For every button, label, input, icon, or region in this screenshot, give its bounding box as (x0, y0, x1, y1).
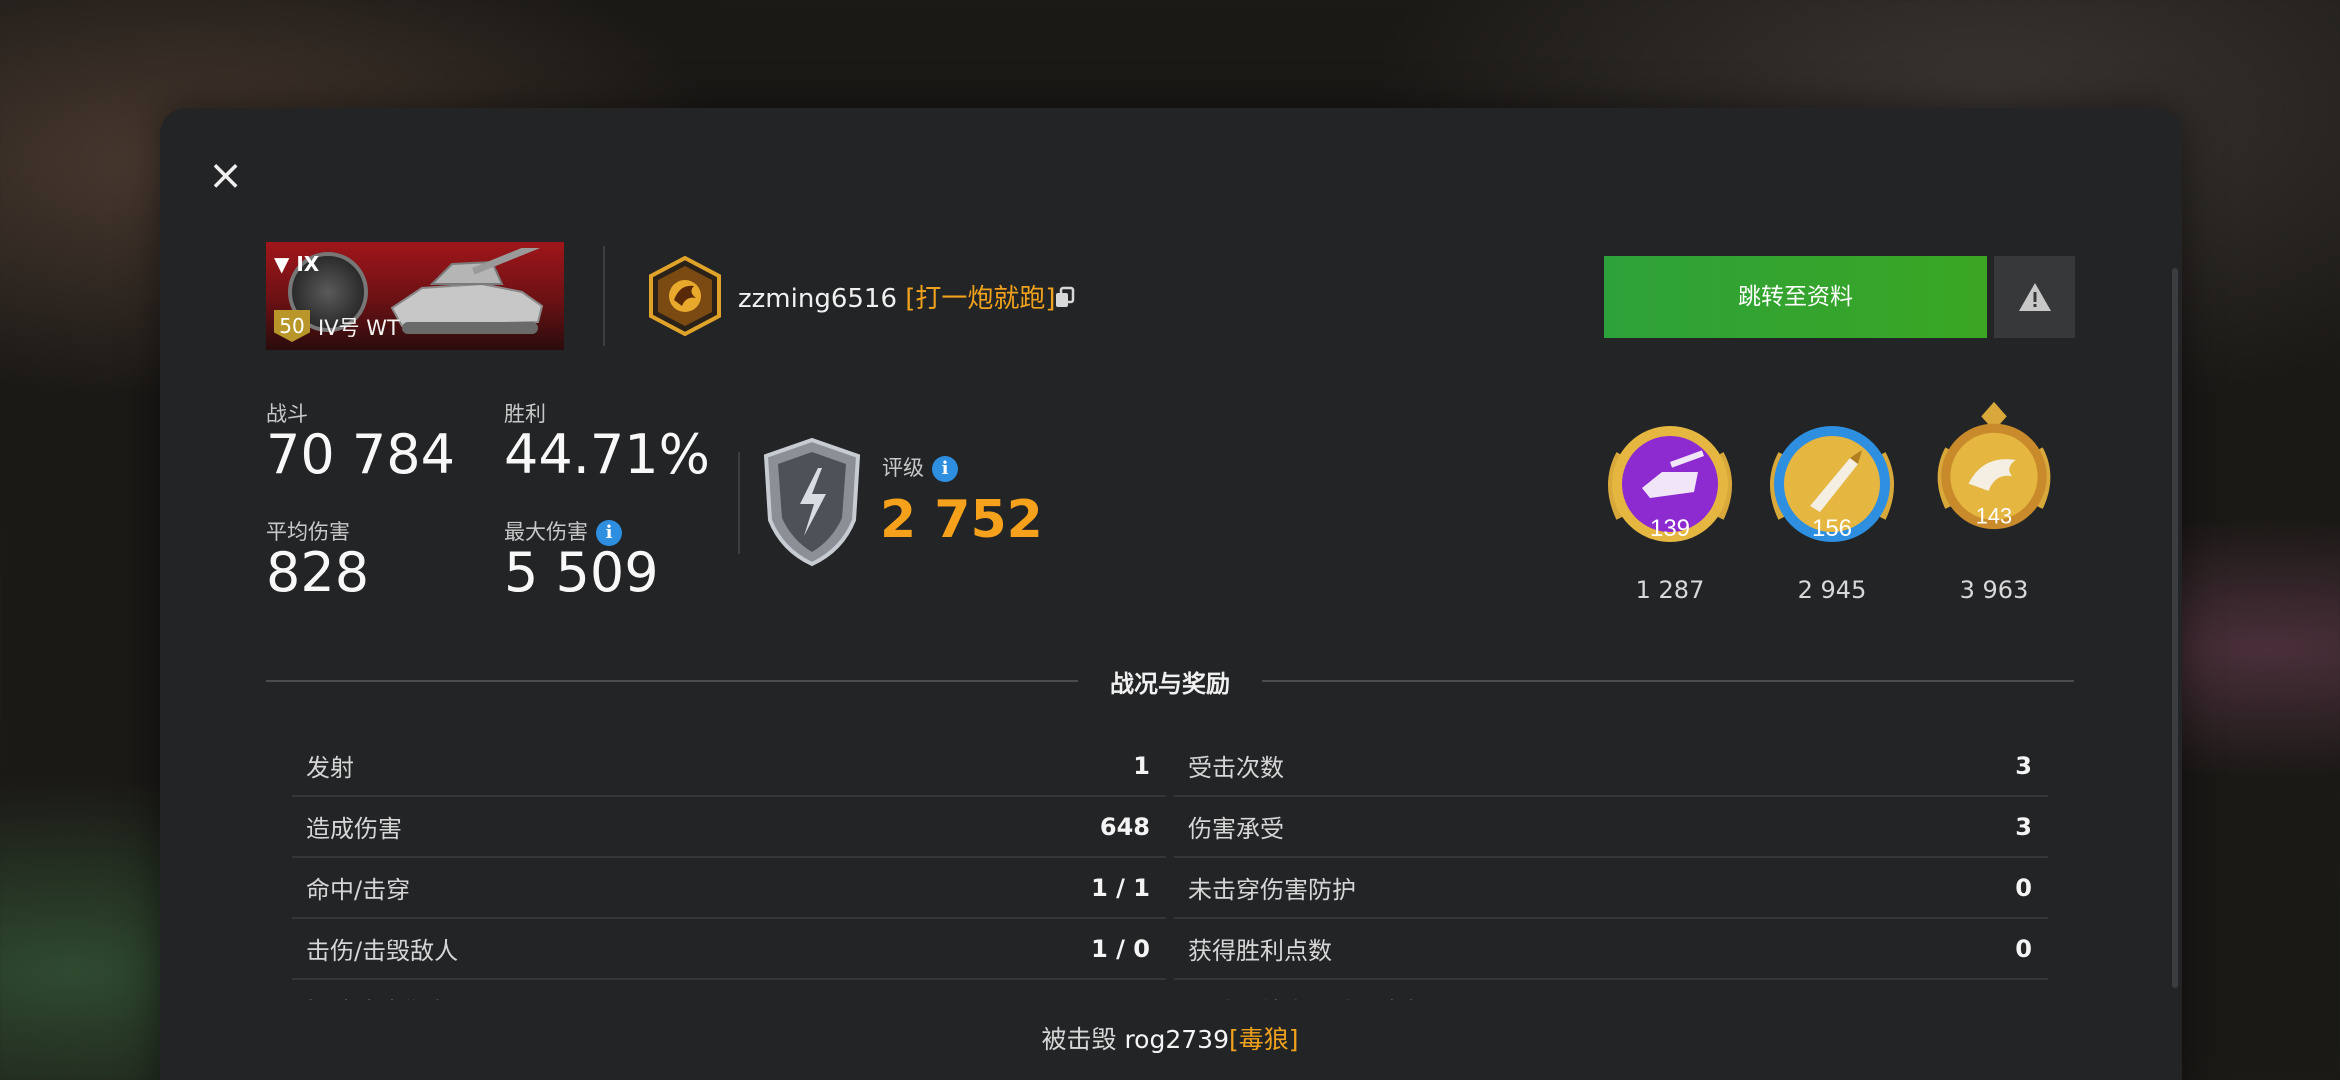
tank-medal-icon: 139 (1608, 426, 1732, 542)
vehicle-name: IV号 WT (318, 316, 400, 340)
row-value: 3 (2015, 812, 2032, 841)
rating-shield-icon (763, 437, 861, 567)
shell-medal-icon: 156 (1770, 426, 1894, 542)
medal-count: 3 963 (1959, 576, 2029, 604)
section-divider-left (266, 680, 1078, 682)
warning-icon (2019, 283, 2051, 311)
stats-column-right: 受击次数 3 伤害承受 3 未击穿伤害防护 0 获得胜利点数 0 从敌军处夺取胜利点数 0 (1174, 736, 2048, 1000)
row-key: 发射 (306, 754, 354, 782)
table-row: 发射 1 (292, 736, 1166, 797)
row-value: 0 (2015, 996, 2032, 1001)
table-row: 从敌军处夺取胜利点数 0 (1174, 980, 2048, 1001)
row-key: 获得胜利点数 (1188, 937, 1332, 965)
battle-stats-table[interactable]: 发射 1 造成伤害 648 命中/击穿 1 / 1 击伤/击毁敌人 1 / 0 协助造成… (292, 736, 2048, 1000)
row-value: 3 (2015, 751, 2032, 780)
medal-level: 139 (1650, 515, 1690, 542)
vehicle-tier: ▼ IX (274, 252, 320, 276)
row-key: 命中/击穿 (306, 876, 411, 904)
battles-value: 70 784 (266, 423, 455, 486)
rating-value: 2 752 (880, 490, 1043, 550)
player-clan-tag: [打一炮就跑] (905, 284, 1056, 314)
medal-level: 156 (1812, 515, 1852, 542)
row-key: 从敌军处夺取胜利点数 (1188, 992, 1428, 1000)
table-row: 造成伤害 648 (292, 797, 1166, 858)
row-key: 未击穿伤害防护 (1188, 876, 1356, 904)
rating-divider (738, 452, 740, 554)
rating-label: 评级 (882, 456, 924, 480)
avg-damage-value: 828 (266, 541, 370, 604)
vehicle-card: ▼ IX 50 IV号 WT (266, 242, 564, 350)
row-key: 协助造成伤害 (306, 992, 450, 1000)
info-icon[interactable]: i (932, 456, 958, 482)
rating-label-wrap: 评级 i (882, 452, 958, 482)
wins-value: 44.71% (504, 423, 710, 486)
stats-column-left: 发射 1 造成伤害 648 命中/击穿 1 / 1 击伤/击毁敌人 1 / 0 协助造成… (292, 736, 1166, 1000)
destroyed-by: 被击毁 rog2739[毒狼] (0, 1020, 2340, 1056)
max-damage-value: 5 509 (504, 541, 659, 604)
clan-badge-icon (649, 256, 721, 336)
row-value: 1 / 0 (1091, 934, 1150, 963)
close-icon[interactable]: × (208, 154, 243, 196)
go-to-profile-button[interactable]: 跳转至资料 (1604, 256, 1987, 338)
panel-scrollbar[interactable] (2172, 268, 2178, 988)
report-button[interactable] (1994, 256, 2075, 338)
row-value: 1 / 1 (1091, 873, 1150, 902)
table-row: 协助造成伤害 0 (292, 980, 1166, 1001)
eagle-medal-icon: 143 (1937, 401, 2051, 530)
header-divider (603, 246, 605, 346)
section-divider-right (1262, 680, 2074, 682)
row-value: 0 (2015, 934, 2032, 963)
killer-name[interactable]: rog2739 (1124, 1025, 1229, 1054)
medal-count: 2 945 (1797, 576, 1867, 604)
player-nickname: zzming6516 (738, 284, 897, 314)
player-name: zzming6516 [打一炮就跑] (738, 278, 1056, 315)
table-row: 受击次数 3 (1174, 736, 2048, 797)
destroyed-by-label: 被击毁 (1041, 1025, 1117, 1054)
table-row: 获得胜利点数 0 (1174, 919, 2048, 980)
table-row: 未击穿伤害防护 0 (1174, 858, 2048, 919)
row-value: 0 (2015, 873, 2032, 902)
row-key: 击伤/击毁敌人 (306, 937, 459, 965)
table-row: 命中/击穿 1 / 1 (292, 858, 1166, 919)
table-row: 伤害承受 3 (1174, 797, 2048, 858)
row-key: 受击次数 (1188, 754, 1284, 782)
row-key: 伤害承受 (1188, 815, 1284, 843)
medal-count: 1 287 (1635, 576, 1705, 604)
row-value: 648 (1099, 812, 1150, 841)
medal-level: 143 (1976, 504, 2012, 529)
table-row: 击伤/击毁敌人 1 / 0 (292, 919, 1166, 980)
row-value: 0 (1133, 996, 1150, 1001)
vehicle-level-badge: 50 (274, 310, 310, 342)
row-key: 造成伤害 (306, 815, 402, 843)
copy-icon[interactable] (1054, 286, 1076, 308)
row-value: 1 (1133, 751, 1150, 780)
killer-clan-tag: [毒狼] (1228, 1025, 1299, 1054)
